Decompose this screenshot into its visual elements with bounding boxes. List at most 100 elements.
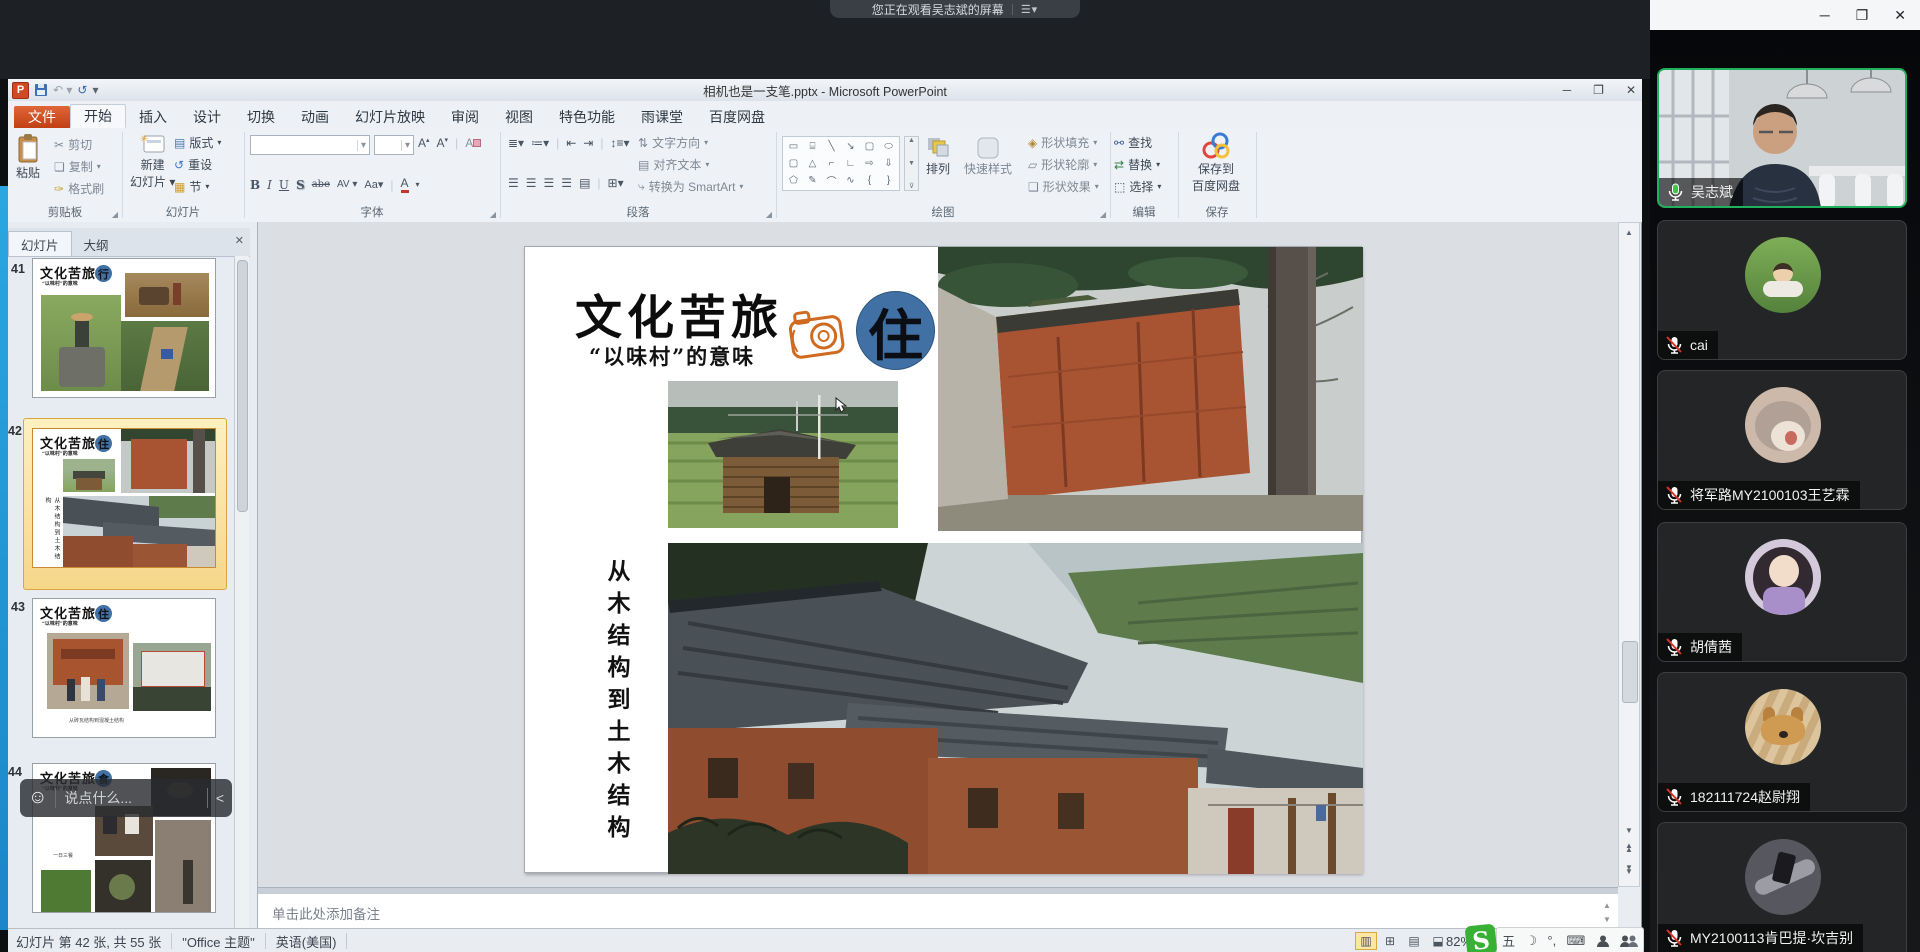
numbering-icon[interactable]: ≔▾ bbox=[531, 136, 549, 150]
sogou-logo-icon[interactable]: S bbox=[1465, 924, 1498, 952]
person-icon[interactable] bbox=[1596, 934, 1610, 948]
participant-video-kenbati[interactable]: MY2100113肯巴提·坎吉别 bbox=[1657, 822, 1907, 952]
grow-font-icon[interactable]: A▴ bbox=[418, 136, 430, 150]
paste-button[interactable]: 粘贴 bbox=[16, 134, 40, 181]
slide-sorter-icon[interactable]: ⊞ bbox=[1379, 932, 1401, 950]
shape-icon[interactable]: ▢ bbox=[860, 138, 879, 155]
shape-gallery-scrollbar[interactable]: ▲ ▼ ⊽ bbox=[904, 136, 919, 191]
bullets-icon[interactable]: ≣▾ bbox=[508, 136, 524, 150]
shape-icon[interactable]: ╲ bbox=[822, 138, 841, 155]
tab-review[interactable]: 审阅 bbox=[438, 106, 492, 128]
text-direction-button[interactable]: ⇅文字方向▾ bbox=[638, 134, 708, 151]
italic-icon[interactable]: I bbox=[267, 178, 272, 192]
collapse-chevron-icon[interactable]: < bbox=[216, 790, 224, 806]
shrink-font-icon[interactable]: A▾ bbox=[437, 136, 449, 150]
shape-fill-button[interactable]: ◈形状填充▾ bbox=[1028, 134, 1097, 151]
notes-pane[interactable]: 单击此处添加备注 ▲ ▼ bbox=[258, 893, 1618, 929]
tab-slideshow[interactable]: 幻灯片放映 bbox=[342, 106, 438, 128]
comment-placeholder[interactable]: 说点什么... bbox=[64, 788, 198, 808]
panel-scrollbar-thumb[interactable] bbox=[237, 260, 248, 512]
halfmoon-icon[interactable]: ☽ bbox=[1525, 933, 1537, 949]
tab-baidu-netdisk[interactable]: 百度网盘 bbox=[696, 106, 778, 128]
shape-icon[interactable]: ▢ bbox=[784, 155, 803, 172]
people-icon[interactable] bbox=[1620, 934, 1638, 948]
slide-thumbnail-43[interactable]: 文化苦旅 “以味村”的意味 住 从砖瓦结构到混凝土结构 bbox=[32, 598, 216, 738]
scroll-down-icon[interactable]: ▼ bbox=[1622, 823, 1636, 837]
shape-icon[interactable]: ⬭ bbox=[879, 138, 898, 155]
tab-file[interactable]: 文件 bbox=[14, 106, 70, 128]
gallery-expand-icon[interactable]: ⊽ bbox=[909, 182, 914, 190]
tab-special-features[interactable]: 特色功能 bbox=[546, 106, 628, 128]
shape-icon[interactable]: ⌒ bbox=[822, 172, 841, 189]
panel-tab-slides[interactable]: 幻灯片 bbox=[8, 231, 72, 256]
scrollbar-thumb[interactable] bbox=[1622, 641, 1638, 703]
banner-menu-icon[interactable]: ☰▾ bbox=[1021, 3, 1038, 16]
select-button[interactable]: ⬚选择▾ bbox=[1114, 178, 1161, 195]
cut-button[interactable]: ✂剪切 bbox=[54, 136, 92, 153]
participant-video-cai[interactable]: cai bbox=[1657, 220, 1907, 360]
quick-styles-button[interactable]: 快速样式 bbox=[964, 136, 1012, 177]
copy-button[interactable]: ❏复制▾ bbox=[54, 158, 101, 175]
tab-view[interactable]: 视图 bbox=[492, 106, 546, 128]
language-indicator[interactable]: 英语(美国) bbox=[276, 932, 337, 951]
shape-icon[interactable]: ∟ bbox=[841, 155, 860, 172]
participant-video-wuzhibin[interactable]: 吴志斌 bbox=[1657, 68, 1907, 208]
minimize-icon[interactable]: ─ bbox=[1563, 83, 1572, 97]
find-button[interactable]: ⚯查找 bbox=[1114, 134, 1152, 151]
arrange-button[interactable]: 排列 bbox=[926, 136, 950, 177]
restore-icon[interactable]: ❐ bbox=[1593, 83, 1604, 97]
undo-icon[interactable]: ↶ ▾ bbox=[53, 84, 72, 96]
editing-scrollbar[interactable]: ▲ ▼ ▲▲ ▼▼ bbox=[1618, 222, 1640, 887]
watching-banner[interactable]: 您正在观看吴志斌的屏幕 ☰▾ bbox=[830, 0, 1080, 18]
shape-icon[interactable]: ✎ bbox=[803, 172, 822, 189]
layout-button[interactable]: ▤版式▾ bbox=[174, 134, 221, 151]
drawing-dialog-launcher-icon[interactable]: ◢ bbox=[1100, 210, 1106, 219]
smartart-button[interactable]: ⤷转换为 SmartArt▾ bbox=[638, 178, 743, 195]
distribute-icon[interactable]: ▤ bbox=[579, 176, 590, 190]
slide-thumbnail-42[interactable]: 文化苦旅 “以味村”的意味 住 从木结构到土木结构 bbox=[32, 428, 216, 568]
shape-icon[interactable]: ▭ bbox=[784, 138, 803, 155]
font-name-combo[interactable]: ▾ bbox=[250, 135, 370, 155]
notes-scroll-down-icon[interactable]: ▼ bbox=[1600, 912, 1614, 926]
justify-icon[interactable]: ☰ bbox=[561, 176, 572, 190]
align-center-icon[interactable]: ☰ bbox=[526, 176, 537, 190]
bold-icon[interactable]: B bbox=[250, 178, 260, 192]
reset-button[interactable]: ↺重设 bbox=[174, 156, 212, 173]
redo-icon[interactable]: ↺ bbox=[77, 84, 87, 96]
participant-video-huqianqian[interactable]: 胡倩茜 bbox=[1657, 522, 1907, 662]
align-right-icon[interactable]: ☰ bbox=[544, 176, 555, 190]
tab-rain-classroom[interactable]: 雨课堂 bbox=[628, 106, 696, 128]
shape-icon[interactable]: △ bbox=[803, 155, 822, 172]
font-color-icon[interactable]: A bbox=[401, 176, 409, 193]
panel-scrollbar[interactable] bbox=[234, 256, 249, 928]
emoji-icon[interactable]: ☺ bbox=[28, 787, 47, 809]
punctuation-icon[interactable]: °, bbox=[1547, 933, 1556, 948]
change-case-icon[interactable]: Aa▾ bbox=[364, 178, 383, 191]
format-painter-button[interactable]: ✑格式刷 bbox=[54, 180, 104, 197]
scroll-up-icon[interactable]: ▲ bbox=[1622, 225, 1636, 239]
previous-slide-icon[interactable]: ▲▲ bbox=[1622, 841, 1636, 855]
shape-icon[interactable]: ⌐ bbox=[822, 155, 841, 172]
scroll-up-icon[interactable]: ▲ bbox=[908, 137, 915, 144]
underline-icon[interactable]: U bbox=[279, 178, 289, 192]
shape-effects-button[interactable]: ❑形状效果▾ bbox=[1028, 178, 1099, 195]
char-spacing-icon[interactable]: A︎V ▾ bbox=[337, 179, 357, 190]
participant-video-zhaoweixiang[interactable]: 182111724赵尉翔 bbox=[1657, 672, 1907, 812]
shape-icon[interactable]: } bbox=[879, 172, 898, 189]
clipboard-dialog-launcher-icon[interactable]: ◢ bbox=[112, 210, 118, 219]
meeting-close-icon[interactable]: ✕ bbox=[1894, 7, 1906, 24]
shadow-icon[interactable]: S bbox=[296, 178, 305, 192]
columns-icon[interactable]: ⊞▾ bbox=[608, 176, 624, 190]
shape-icon[interactable]: ⌸ bbox=[803, 138, 822, 155]
shape-icon[interactable]: ⇩ bbox=[879, 155, 898, 172]
comment-input-box[interactable]: ☺ 说点什么... < bbox=[20, 779, 232, 817]
replace-button[interactable]: ⇄替换▾ bbox=[1114, 156, 1160, 173]
tab-transitions[interactable]: 切换 bbox=[234, 106, 288, 128]
tab-home[interactable]: 开始 bbox=[70, 104, 126, 128]
close-icon[interactable]: ✕ bbox=[1626, 83, 1636, 97]
next-slide-icon[interactable]: ▼▼ bbox=[1622, 863, 1636, 877]
font-size-combo[interactable]: ▾ bbox=[374, 135, 414, 155]
shape-icon[interactable]: ↘ bbox=[841, 138, 860, 155]
line-spacing-icon[interactable]: ↕≡▾ bbox=[610, 136, 629, 150]
current-slide-canvas[interactable]: 文化苦旅 “以味村”的意味 住 从木结构到土木结构 bbox=[524, 246, 1362, 873]
